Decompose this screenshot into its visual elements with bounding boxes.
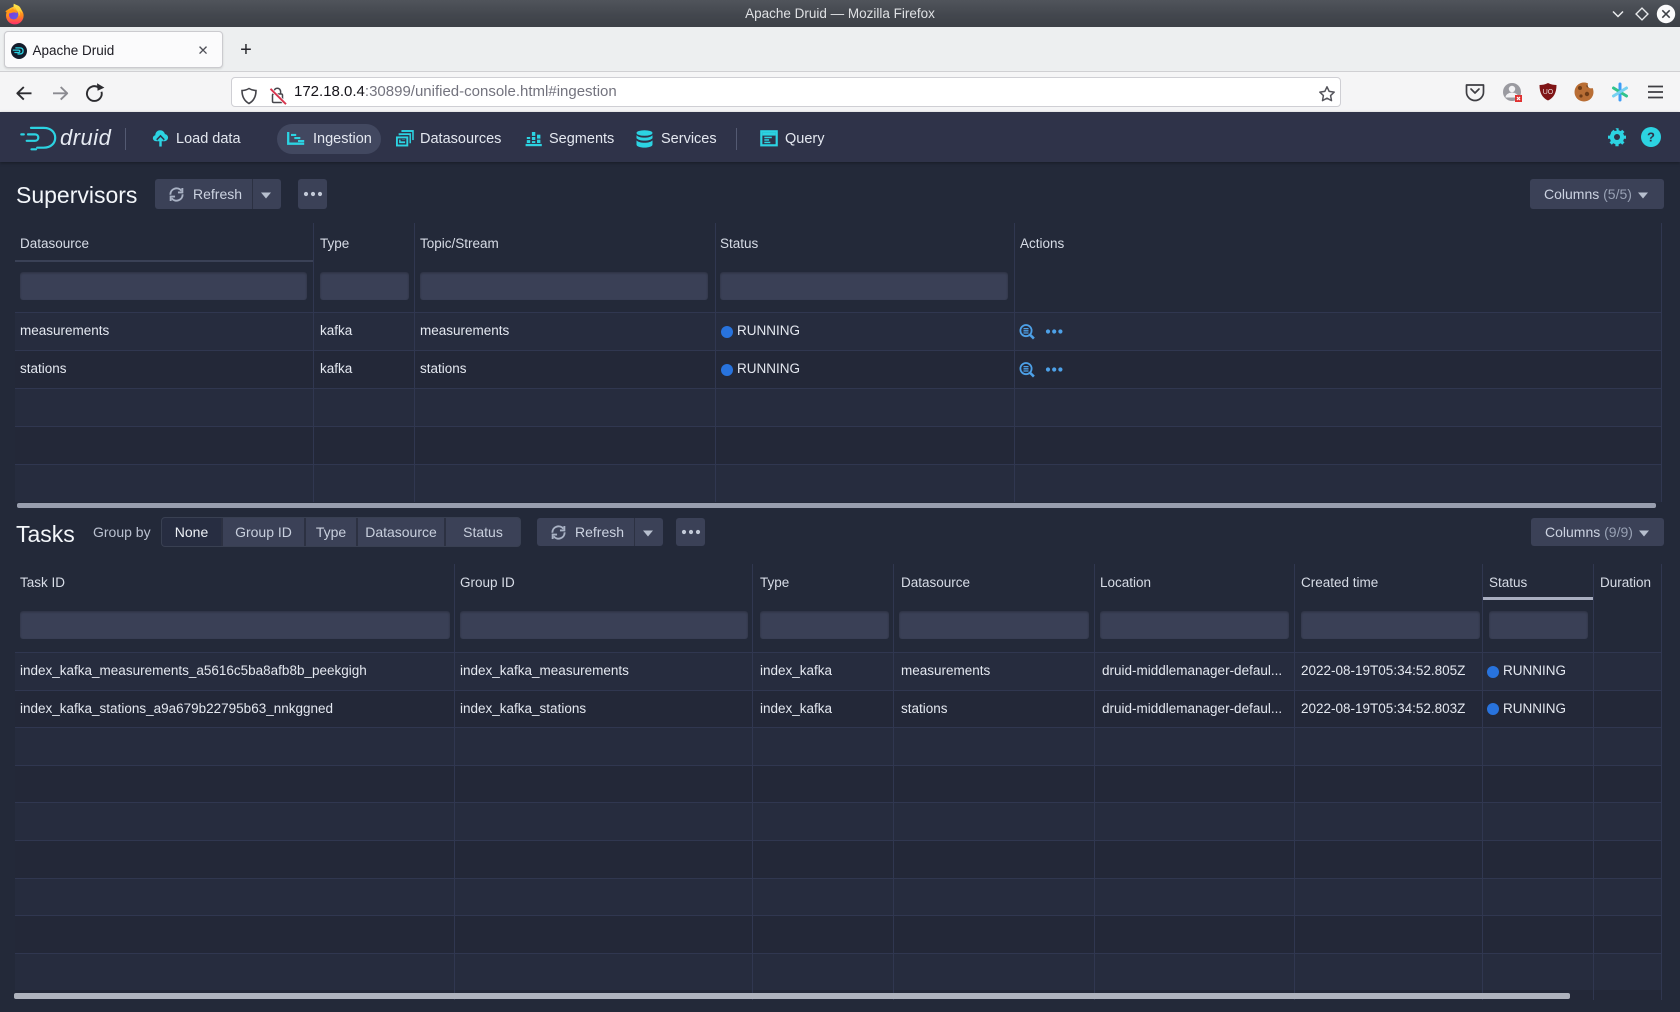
svg-text:UO: UO [1543, 89, 1554, 96]
svg-text:?: ? [1647, 130, 1655, 145]
